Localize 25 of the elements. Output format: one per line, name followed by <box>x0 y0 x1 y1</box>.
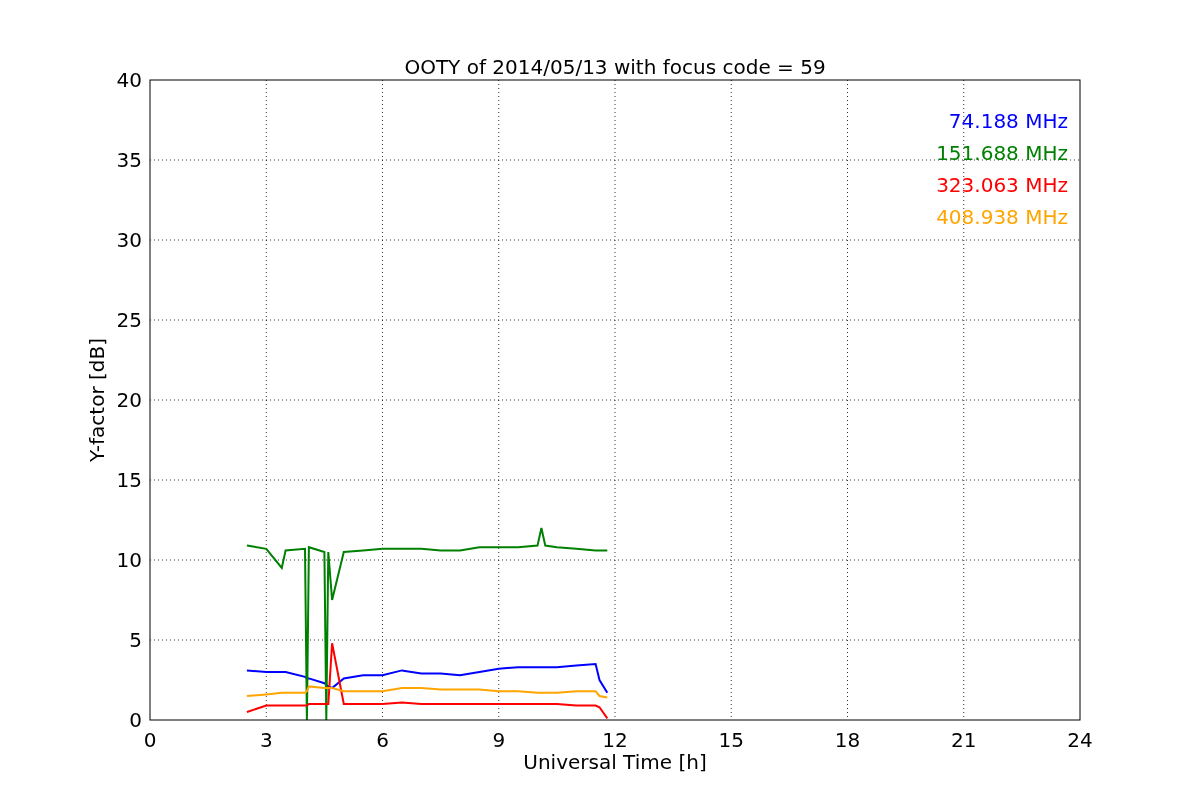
legend-label: 74.188 MHz <box>948 109 1068 133</box>
tick-label: 24 <box>1067 728 1093 752</box>
tick-label: 20 <box>116 388 142 412</box>
tick-label: 3 <box>259 728 273 752</box>
tick-label: 0 <box>129 708 142 732</box>
tick-label: 25 <box>116 308 142 332</box>
tick-label: 30 <box>116 228 142 252</box>
axis-label: Y-factor [dB] <box>85 338 109 462</box>
legend-label: 408.938 MHz <box>936 205 1068 229</box>
chart-title: OOTY of 2014/05/13 with focus code = 59 <box>404 55 826 79</box>
tick-label: 15 <box>718 728 744 752</box>
tick-label: 40 <box>116 68 142 92</box>
tick-label: 10 <box>116 548 142 572</box>
tick-label: 35 <box>116 148 142 172</box>
tick-label: 12 <box>602 728 628 752</box>
axis-label: Universal Time [h] <box>523 750 707 774</box>
legend-label: 323.063 MHz <box>936 173 1068 197</box>
legend-label: 151.688 MHz <box>936 141 1068 165</box>
tick-label: 9 <box>492 728 506 752</box>
tick-label: 21 <box>951 728 977 752</box>
tick-label: 0 <box>143 728 157 752</box>
tick-label: 6 <box>376 728 389 752</box>
tick-label: 5 <box>129 628 142 652</box>
tick-label: 15 <box>116 468 142 492</box>
tick-label: 18 <box>834 728 861 752</box>
